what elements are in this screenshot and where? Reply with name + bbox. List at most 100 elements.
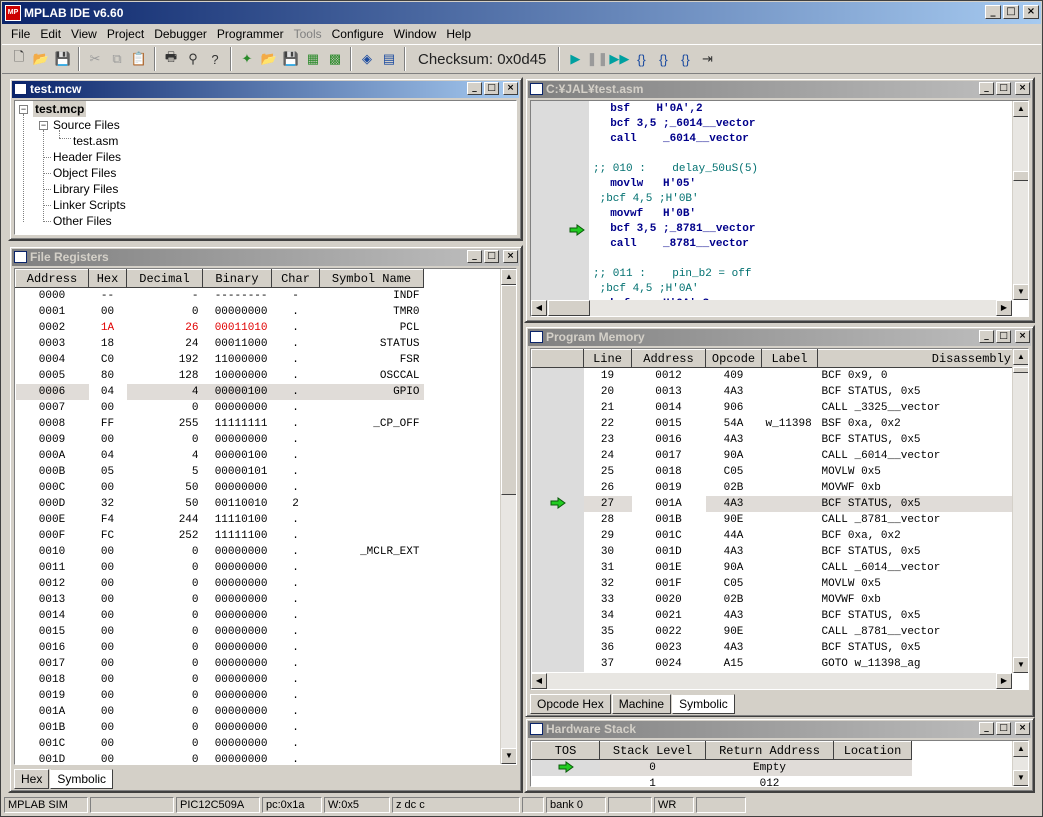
cell-decimal[interactable]: 252 xyxy=(127,528,203,544)
build-all-icon[interactable]: ▩ xyxy=(324,48,346,70)
menu-edit[interactable]: Edit xyxy=(35,27,66,41)
cell-hex[interactable]: 05 xyxy=(89,464,127,480)
cell-decimal[interactable]: 0 xyxy=(127,592,203,608)
save-workspace-icon[interactable]: 💾 xyxy=(280,48,302,70)
source-code-area[interactable]: bsf H'0A',2 bcf 3,5 ;_6014__vector call … xyxy=(531,101,1012,310)
tab-symbolic[interactable]: Symbolic xyxy=(50,769,114,789)
build-icon[interactable]: ▦ xyxy=(302,48,324,70)
table-row[interactable]: 001A 00 0 00000000. xyxy=(16,704,424,720)
table-row[interactable]: 000A 04 4 00000100. xyxy=(16,448,424,464)
cell-decimal[interactable]: 4 xyxy=(127,448,203,464)
scroll-thumb[interactable] xyxy=(1013,367,1028,373)
cell-marker[interactable] xyxy=(531,624,584,640)
cell-hex[interactable]: 04 xyxy=(88,384,127,400)
scroll-down-icon[interactable]: ▼ xyxy=(1013,657,1028,673)
source-file-test-asm[interactable]: test.asm xyxy=(73,133,118,149)
scroll-down-icon[interactable]: ▼ xyxy=(501,748,516,764)
cell-hex[interactable]: 00 xyxy=(89,624,127,640)
menu-file[interactable]: File xyxy=(6,27,35,41)
table-row[interactable]: 22 0015 54A w_11398 BSF 0xa, 0x2 xyxy=(531,416,1016,432)
code-line[interactable]: ;; 011 : pin_b2 = off xyxy=(593,267,751,282)
cell-decimal[interactable]: 0 xyxy=(127,672,203,688)
minimize-icon[interactable]: _ xyxy=(467,82,482,95)
cell-marker[interactable] xyxy=(531,432,584,448)
cell-marker[interactable] xyxy=(531,544,584,560)
project-node[interactable]: test.mcp xyxy=(33,101,87,117)
table-row[interactable]: 000E F4 244 11110100. xyxy=(16,512,424,528)
cell-marker[interactable] xyxy=(531,512,584,528)
cell-hex[interactable]: 00 xyxy=(89,480,127,496)
cell-decimal[interactable]: 26 xyxy=(127,320,203,336)
cell-decimal[interactable]: 5 xyxy=(127,464,203,480)
folder-header-files[interactable]: Header Files xyxy=(53,149,121,165)
hardware-stack-vscroll[interactable]: ▲ ▼ xyxy=(1012,741,1028,786)
code-line[interactable]: ;bcf 4,5 ;H'0A' xyxy=(593,282,699,297)
code-line[interactable]: ;bcf 4,5 ;H'0B' xyxy=(593,192,699,207)
column-header-symbol-name[interactable]: Symbol Name xyxy=(319,269,424,288)
cell-marker[interactable] xyxy=(531,560,584,576)
collapse-project-icon[interactable]: − xyxy=(19,105,28,114)
table-row[interactable]: 0003 18 24 00011000. STATUS xyxy=(16,336,424,352)
cell-decimal[interactable]: 50 xyxy=(127,480,203,496)
cell-decimal[interactable]: 0 xyxy=(127,560,203,576)
close-icon[interactable]: × xyxy=(503,82,518,95)
column-header-marker[interactable] xyxy=(531,349,584,368)
table-row[interactable]: 19 0012 409 BCF 0x9, 0 xyxy=(531,367,1016,384)
folder-library-files[interactable]: Library Files xyxy=(53,181,118,197)
cell-hex[interactable]: 00 xyxy=(89,752,127,764)
cell-hex[interactable]: 00 xyxy=(89,640,127,656)
cell-hex[interactable]: 04 xyxy=(89,448,127,464)
scroll-thumb[interactable] xyxy=(548,300,590,316)
table-row[interactable]: 0014 00 0 00000000. xyxy=(16,608,424,624)
close-icon[interactable]: × xyxy=(503,250,518,263)
cell-decimal[interactable]: 0 xyxy=(127,304,203,320)
folder-linker-scripts[interactable]: Linker Scripts xyxy=(53,197,126,213)
code-line[interactable]: movwf H'0B' xyxy=(597,207,696,222)
menu-window[interactable]: Window xyxy=(389,27,442,41)
table-row[interactable]: 0013 00 0 00000000. xyxy=(16,592,424,608)
program-memory-vscroll[interactable]: ▲ ▼ xyxy=(1012,349,1028,673)
cell-marker[interactable] xyxy=(531,367,584,384)
cell-hex[interactable]: 32 xyxy=(89,496,127,512)
column-header-decimal[interactable]: Decimal xyxy=(126,269,203,288)
cell-decimal[interactable]: 0 xyxy=(127,432,203,448)
scroll-down-icon[interactable]: ▼ xyxy=(1013,770,1028,786)
cell-decimal[interactable]: 0 xyxy=(127,400,203,416)
collapse-source-files-icon[interactable]: − xyxy=(39,121,48,130)
table-row[interactable]: 000B 05 5 00000101. xyxy=(16,464,424,480)
table-row[interactable]: 29 001C 44A BCF 0xa, 0x2 xyxy=(531,528,1016,544)
table-row[interactable]: 23 0016 4A3 BCF STATUS, 0x5 xyxy=(531,432,1016,448)
cell-decimal[interactable]: 24 xyxy=(127,336,203,352)
table-row[interactable]: 001B 00 0 00000000. xyxy=(16,720,424,736)
code-line[interactable]: bcf 3,5 ;_6014__vector xyxy=(597,117,755,132)
cell-hex[interactable]: 00 xyxy=(89,400,127,416)
table-row[interactable]: 36 0023 4A3 BCF STATUS, 0x5 xyxy=(531,640,1016,656)
minimize-icon[interactable]: _ xyxy=(979,330,994,343)
reset-icon[interactable]: ⇥ xyxy=(696,48,718,70)
tab-hex[interactable]: Hex xyxy=(14,769,50,789)
table-row[interactable]: 0000 -- - -------- - INDF xyxy=(16,288,424,305)
table-row[interactable]: 25 0018 C05 MOVLW 0x5 xyxy=(531,464,1016,480)
table-row[interactable]: 001C 00 0 00000000. xyxy=(16,736,424,752)
minimize-icon[interactable]: _ xyxy=(467,250,482,263)
table-row[interactable]: 33 0020 02B MOVWF 0xb xyxy=(531,592,1016,608)
menu-debugger[interactable]: Debugger xyxy=(149,27,212,41)
code-line[interactable]: movlw H'05' xyxy=(597,177,696,192)
menu-view[interactable]: View xyxy=(66,27,102,41)
cut-icon[interactable]: ✂ xyxy=(84,48,106,70)
cell-decimal[interactable]: 255 xyxy=(127,416,203,432)
table-row[interactable]: 0015 00 0 00000000. xyxy=(16,624,424,640)
tab-symbolic[interactable]: Symbolic xyxy=(672,694,735,714)
cell-marker[interactable] xyxy=(531,448,584,464)
help-icon[interactable]: ? xyxy=(204,48,226,70)
close-icon[interactable]: × xyxy=(1015,82,1030,95)
cell-decimal[interactable]: 0 xyxy=(127,720,203,736)
memory-icon[interactable]: ▤ xyxy=(378,48,400,70)
scroll-up-icon[interactable]: ▲ xyxy=(1013,741,1028,757)
paste-icon[interactable]: 📋 xyxy=(128,48,150,70)
table-row[interactable]: 32 001F C05 MOVLW 0x5 xyxy=(531,576,1016,592)
program-memory-hscroll[interactable]: ◀ ▶ xyxy=(531,673,1012,689)
code-line[interactable]: call _8781__vector xyxy=(597,237,749,252)
stack-icon[interactable]: ◈ xyxy=(356,48,378,70)
column-header-address[interactable]: Address xyxy=(15,269,89,288)
